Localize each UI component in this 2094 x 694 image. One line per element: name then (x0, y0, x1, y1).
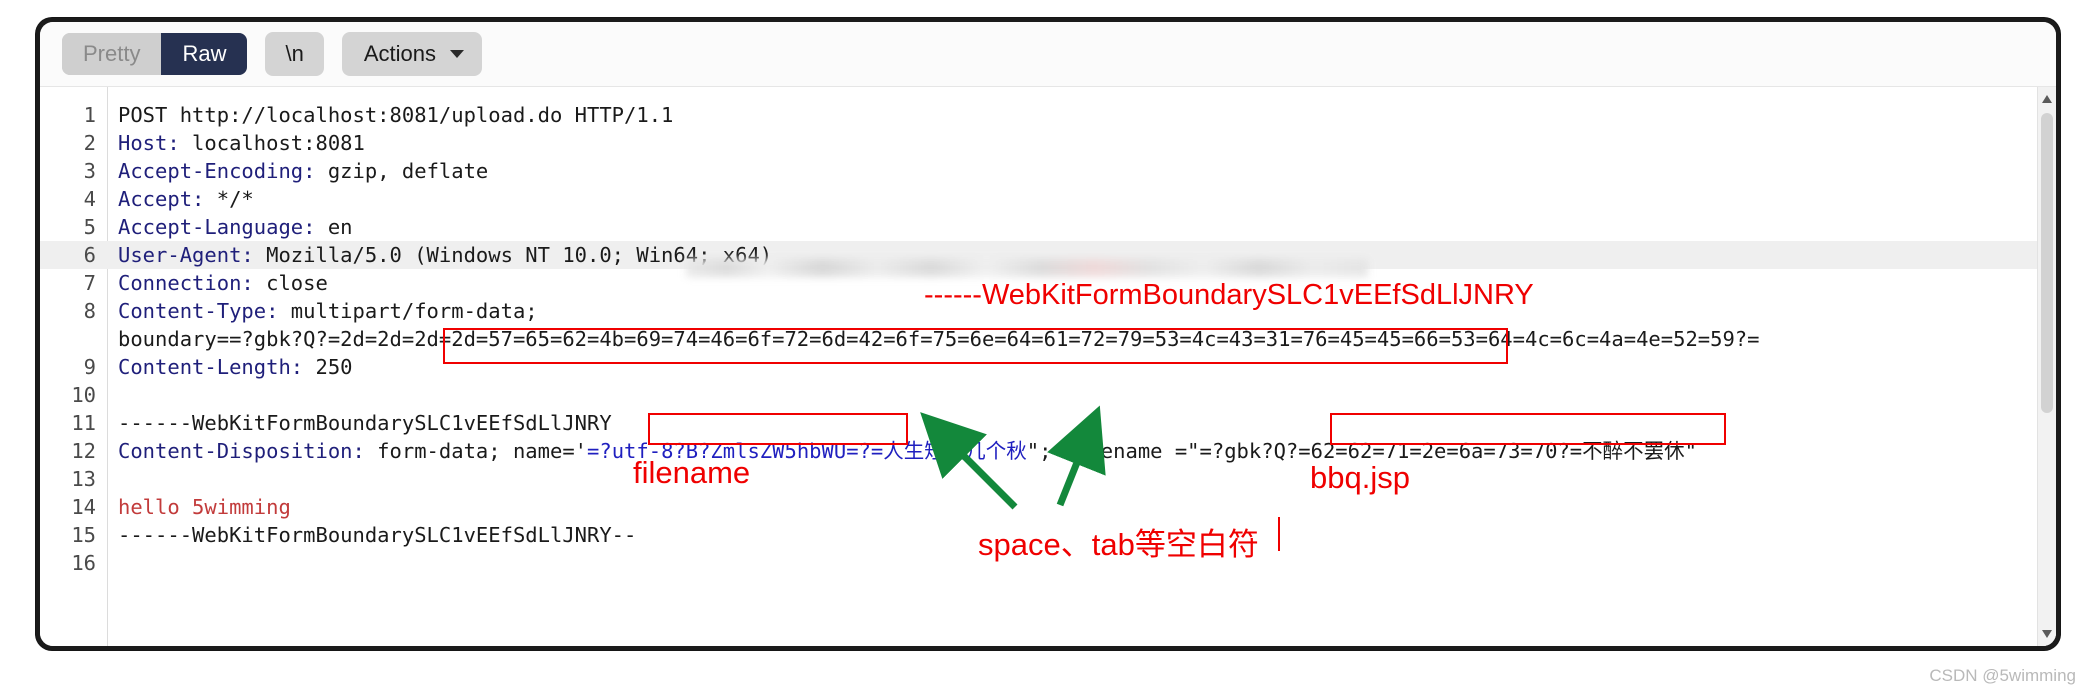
code-line-text: ------WebKitFormBoundarySLC1vEEfSdLlJNRY (118, 411, 612, 435)
code-line: 5 Accept-Language: en (40, 213, 2056, 241)
line-number: 12 (71, 439, 96, 463)
code-line-text: Content-Disposition: form-data; name='=?… (118, 439, 1697, 463)
code-segment: "; filename =" (1026, 439, 1200, 463)
code-line-text: Accept-Encoding: gzip, deflate (118, 159, 488, 183)
redacted-user-agent-region (686, 259, 1368, 277)
screenshot-root: Pretty Raw \n Actions 1 POST http://local… (0, 0, 2094, 694)
code-line: 9 Content-Length: 250 (40, 353, 2056, 381)
code-segment: multipart/form-data; (278, 299, 538, 323)
code-line-text: Content-Type: multipart/form-data; (118, 299, 538, 323)
newline-toggle-button[interactable]: \n (265, 32, 324, 76)
actions-menu-label: Actions (363, 41, 436, 66)
code-line: 2 Host: localhost:8081 (40, 129, 2056, 157)
code-segment: Content-Type: (118, 299, 279, 323)
line-number: 13 (71, 467, 96, 491)
code-segment: hello 5wimming (118, 495, 291, 519)
scrollbar-thumb[interactable] (2041, 113, 2053, 413)
code-segment: en (315, 215, 353, 239)
line-number: 2 (83, 131, 96, 155)
scroll-down-icon[interactable] (2042, 630, 2052, 638)
code-line-text: ------WebKitFormBoundarySLC1vEEfSdLlJNRY… (118, 523, 636, 547)
code-line: 11 ------WebKitFormBoundarySLC1vEEfSdLlJN… (40, 409, 2056, 437)
code-line: boundary==?gbk?Q?=2d=2d=2d=2d=57=65=62=4… (40, 325, 2056, 353)
line-number: 11 (71, 411, 96, 435)
code-line: 3 Accept-Encoding: gzip, deflate (40, 157, 2056, 185)
line-number: 4 (83, 187, 96, 211)
code-line-text: Host: localhost:8081 (118, 131, 365, 155)
code-segment: */* (204, 187, 254, 211)
line-number: 6 (83, 243, 96, 267)
code-segment: form-data; name=' (364, 439, 588, 463)
code-segment: 250 (303, 355, 353, 379)
code-line-text: Accept-Language: en (118, 215, 353, 239)
watermark-text: CSDN @5wimming (1929, 666, 2076, 685)
code-line-text: User-Agent: Mozilla/5.0 (Windows NT 10.0… (118, 243, 772, 267)
code-segment: Content-Length: (118, 355, 304, 379)
line-number: 9 (83, 355, 96, 379)
code-segment: Host: (118, 131, 180, 155)
code-segment: gzip, deflate (315, 159, 489, 183)
http-viewer-inner: Pretty Raw \n Actions 1 POST http://local… (40, 22, 2056, 646)
line-number: 3 (83, 159, 96, 183)
annotation-whitespace-text: space、tab等空白符 (978, 527, 1259, 562)
code-segment: ------WebKitFormBoundarySLC1vEEfSdLlJNRY (118, 411, 612, 435)
pretty-tab[interactable]: Pretty (62, 32, 162, 76)
actions-menu-button[interactable]: Actions (341, 32, 482, 76)
line-number: 7 (83, 271, 96, 295)
code-line-text: boundary==?gbk?Q?=2d=2d=2d=2d=57=65=62=4… (118, 327, 1760, 351)
code-segment: Accept: (118, 187, 205, 211)
code-line: 14 hello 5wimming (40, 493, 2056, 521)
code-line-text: hello 5wimming (118, 495, 291, 519)
code-segment: Connection: (118, 271, 254, 295)
line-number: 5 (83, 215, 96, 239)
pretty-raw-toggle[interactable]: Pretty Raw (62, 32, 248, 76)
code-segment: 不醉不罢休" (1582, 439, 1697, 463)
code-line-text: Accept: */* (118, 187, 254, 211)
code-line: 4 Accept: */* (40, 185, 2056, 213)
raw-tab[interactable]: Raw (161, 32, 248, 76)
line-number: 14 (71, 495, 96, 519)
code-line: 10 (40, 381, 2056, 409)
annotation-boundary-text: ------WebKitFormBoundarySLC1vEEfSdLlJNRY (924, 279, 1534, 311)
chevron-down-icon (450, 50, 464, 58)
scroll-up-icon[interactable] (2042, 95, 2052, 103)
annotation-filename-text: filename (633, 455, 751, 490)
line-number: 1 (83, 103, 96, 127)
code-line: 12 Content-Disposition: form-data; name='… (40, 437, 2056, 465)
code-segment: localhost:8081 (179, 131, 365, 155)
code-line: 13 (40, 465, 2056, 493)
vertical-scrollbar[interactable] (2037, 87, 2056, 646)
annotation-bbq-text: bbq.jsp (1310, 460, 1410, 495)
code-segment: Content-Disposition: (118, 439, 365, 463)
code-segment: ------WebKitFormBoundarySLC1vEEfSdLlJNRY… (118, 523, 637, 547)
code-segment: Accept-Language: (118, 215, 316, 239)
text-caret-icon (1278, 517, 1280, 551)
line-number: 15 (71, 523, 96, 547)
viewer-toolbar: Pretty Raw \n Actions (40, 22, 2056, 87)
line-number: 8 (83, 299, 96, 323)
code-segment: close (253, 271, 328, 295)
code-segment: 人生短短几个秋 (883, 439, 1027, 463)
raw-request-view[interactable]: 1 POST http://localhost:8081/upload.do HT… (40, 87, 2056, 646)
code-line-text: Connection: close (118, 271, 328, 295)
code-segment: User-Agent: (118, 243, 254, 267)
code-segment: boundary==?gbk?Q?=2d=2d=2d=2d=57=65=62=4… (118, 327, 1760, 351)
code-segment: POST http://localhost:8081/upload.do HTT… (118, 103, 674, 127)
code-line: 1 POST http://localhost:8081/upload.do HT… (40, 101, 2056, 129)
request-code-lines: 1 POST http://localhost:8081/upload.do HT… (40, 101, 2056, 577)
code-segment: Accept-Encoding: (118, 159, 316, 183)
line-number: 16 (71, 551, 96, 575)
line-number: 10 (71, 383, 96, 407)
code-line-text: POST http://localhost:8081/upload.do HTT… (118, 103, 673, 127)
code-line-text: Content-Length: 250 (118, 355, 353, 379)
http-viewer-panel: Pretty Raw \n Actions 1 POST http://local… (36, 18, 2060, 650)
